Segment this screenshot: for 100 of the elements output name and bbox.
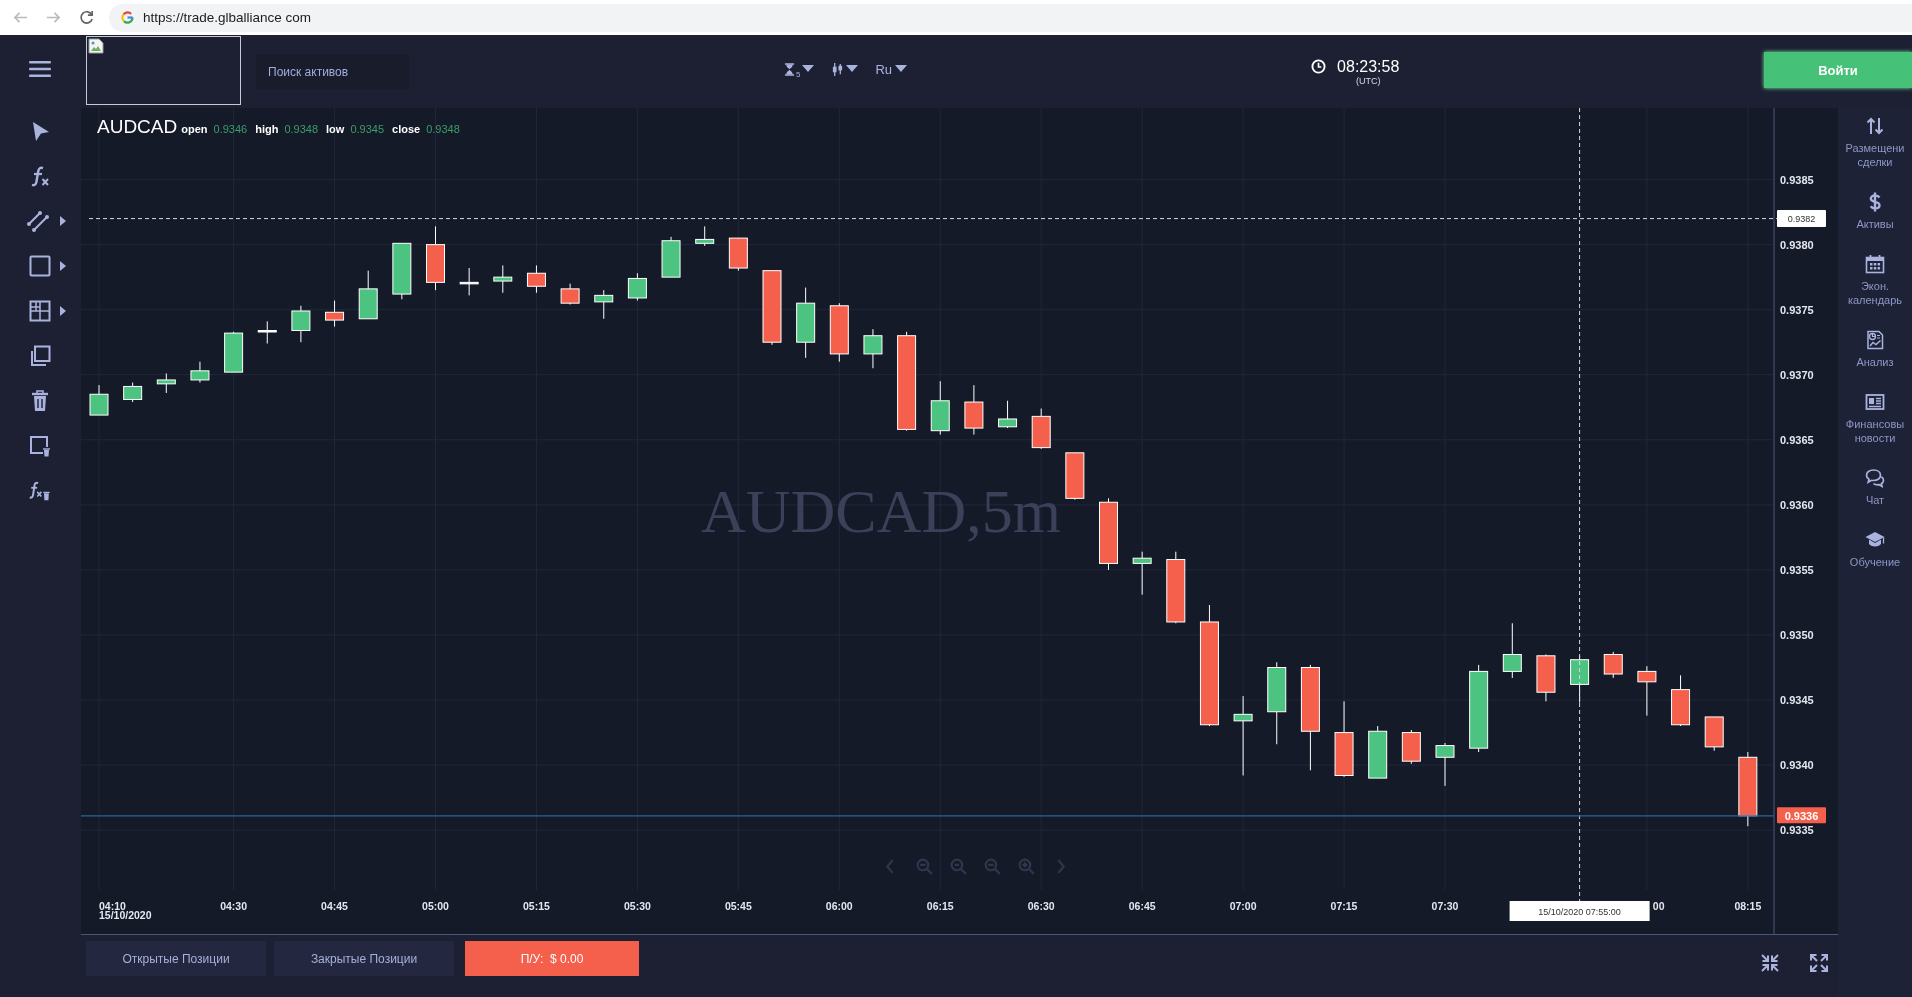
caret-icon[interactable] (60, 260, 66, 271)
time-axis-label: 06:45 (1128, 900, 1156, 912)
candlestick (1031, 408, 1051, 450)
candlestick (829, 302, 849, 363)
price-axis-label: 0.9365 (1780, 433, 1814, 446)
candlestick (560, 283, 580, 305)
candlestick (1570, 655, 1590, 704)
sidebar-item[interactable]: Размещени сделки (1839, 116, 1911, 169)
sidebar-item[interactable]: Обучение (1839, 530, 1911, 569)
ohlc-label: high (255, 123, 279, 135)
time-axis-label: 04:10 (99, 900, 126, 912)
sidebar-item[interactable]: Анализ (1839, 330, 1911, 369)
trend-lines-icon[interactable] (26, 209, 52, 232)
time-zone-label: (UTC) (1355, 76, 1381, 87)
candlestick (257, 320, 277, 344)
sidebar-item[interactable]: Финансовы новости (1839, 392, 1911, 445)
function-icon[interactable] (29, 164, 51, 187)
time-axis-label: 05:45 (724, 900, 752, 912)
price-axis-label: 0.9380 (1780, 238, 1814, 251)
time-axis-label: 06:00 (825, 900, 853, 912)
candlestick (863, 328, 883, 369)
candlestick (1132, 551, 1152, 596)
timeframe-button[interactable]: 5 (784, 63, 815, 76)
candlestick (493, 264, 513, 294)
candlestick (1671, 674, 1691, 727)
sidebar-item[interactable]: Активы (1839, 192, 1911, 231)
price-axis-label: 0.9360 (1780, 498, 1814, 511)
square-icon[interactable] (29, 254, 51, 277)
candlestick (728, 237, 748, 272)
candlestick (123, 382, 143, 403)
reload-icon[interactable] (79, 10, 94, 25)
ohlc-value: 0.9348 (284, 123, 319, 135)
ohlc-label: low (326, 123, 345, 135)
expand-icon[interactable] (1809, 953, 1829, 973)
candlestick (392, 242, 412, 300)
price-axis-label: 0.9370 (1780, 368, 1814, 381)
candlestick (190, 361, 210, 384)
time-axis-label: 07:00 (1229, 900, 1257, 912)
candlestick (325, 300, 345, 328)
time-axis-label: 06:30 (1027, 900, 1055, 912)
arrows-up-down-icon (1865, 116, 1885, 136)
copy-icon[interactable] (29, 344, 51, 367)
language-button[interactable]: Ru (875, 62, 908, 77)
sidebar-item[interactable]: Чат (1839, 468, 1911, 507)
candlestick (224, 331, 244, 373)
compress-icon[interactable] (1760, 953, 1780, 973)
chart-type-button[interactable] (831, 63, 859, 76)
caret-icon (802, 64, 815, 72)
clock-time: 08:23:58 (1337, 57, 1400, 76)
time-axis-label: 05:00 (422, 900, 449, 912)
price-axis-label: 0.9350 (1780, 628, 1814, 641)
candlestick (964, 384, 984, 436)
ohlc-label: close (392, 123, 421, 135)
candlestick (291, 305, 311, 343)
sidebar-item[interactable]: Экон. календарь (1839, 254, 1911, 307)
ohlc-label: open (181, 123, 208, 135)
caret-icon[interactable] (60, 305, 66, 316)
candlestick (156, 372, 176, 394)
candlestick (695, 225, 715, 247)
function-with-trash-icon[interactable] (29, 479, 51, 502)
price-axis-label: 0.9335 (1780, 824, 1814, 837)
calendar-icon (1865, 254, 1885, 274)
price-axis-label: 0.9355 (1780, 563, 1814, 576)
time-axis-label: 08:15 (1734, 900, 1762, 912)
grid-icon[interactable] (29, 299, 51, 322)
crosshair-time-label: 15/10/2020 07:55:00 (1509, 901, 1650, 921)
candlestick (1065, 452, 1085, 501)
candlestick (459, 267, 479, 296)
candlestick (998, 400, 1018, 429)
time-axis-label: 05:15 (523, 900, 550, 912)
candlestick (594, 289, 614, 320)
ohlc-value: 0.9348 (426, 123, 460, 135)
positions-button[interactable]: Открытые Позиции (86, 941, 266, 976)
time-axis-label: 04:45 (321, 900, 348, 912)
hourglass-icon (784, 63, 795, 76)
candlestick (358, 270, 378, 320)
colored-g-icon (121, 11, 134, 24)
trash-icon[interactable] (29, 389, 51, 412)
time-axis-label: 00 (1652, 900, 1665, 912)
positions-button[interactable]: Закрытые Позиции (274, 941, 454, 976)
profit-loss-button[interactable]: П/У: $ 0.00 (465, 941, 639, 976)
crosshair-price-label: 0.9382 (1777, 210, 1826, 228)
address-field[interactable]: https://trade.glballiance com (109, 3, 1912, 32)
price-axis-label: 0.9345 (1780, 694, 1814, 707)
time-axis-label: 04:30 (220, 900, 248, 912)
menu-icon[interactable] (29, 61, 51, 77)
candlestick-icon (831, 63, 845, 76)
candlestick (627, 272, 647, 302)
time-axis-label: 07:15 (1330, 900, 1358, 912)
caret-icon[interactable] (60, 215, 66, 226)
broken-image-icon (88, 38, 104, 54)
caret-icon (895, 64, 908, 72)
candlestick (89, 384, 109, 416)
chat-bubbles-icon (1865, 468, 1885, 488)
candlestick (1435, 742, 1455, 787)
time-axis-label: 05:30 (623, 900, 651, 912)
candlestick (1637, 665, 1657, 717)
candlestick (1536, 654, 1556, 702)
square-with-trash-icon[interactable] (29, 434, 51, 457)
search-field[interactable]: Поиск активов (256, 54, 409, 89)
